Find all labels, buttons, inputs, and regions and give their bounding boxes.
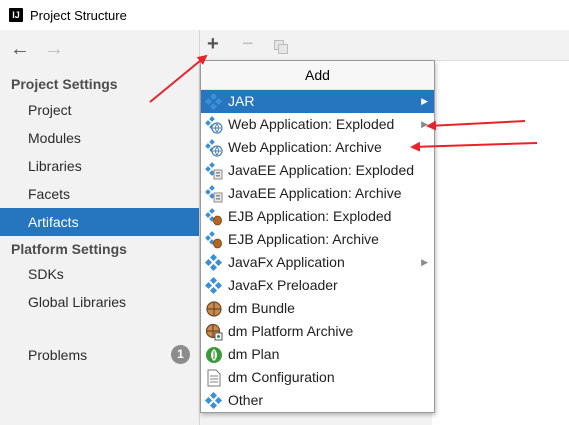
menu-item-dm-platform-archive[interactable]: dm Platform Archive bbox=[201, 320, 434, 343]
dm-bundle-icon bbox=[205, 300, 223, 318]
sidebar-item-modules[interactable]: Modules bbox=[0, 124, 199, 152]
copy-button[interactable] bbox=[274, 38, 288, 54]
remove-button[interactable]: − bbox=[242, 34, 254, 54]
artifacts-toolbar: + − bbox=[200, 30, 569, 61]
forward-arrow-icon[interactable]: → bbox=[44, 38, 64, 61]
menu-item-label: dm Bundle bbox=[228, 300, 295, 316]
menu-item-javafx-preloader[interactable]: JavaFx Preloader bbox=[201, 274, 434, 297]
menu-item-label: Other bbox=[228, 392, 264, 408]
menu-item-label: JavaEE Application: Archive bbox=[228, 185, 402, 201]
sidebar-item-facets[interactable]: Facets bbox=[0, 180, 199, 208]
window-title: Project Structure bbox=[30, 7, 127, 23]
javaee-artifact-icon bbox=[205, 161, 223, 180]
ejb-artifact-icon bbox=[205, 230, 223, 249]
sidebar-item-label: Project bbox=[28, 102, 72, 118]
sidebar-item-label: Artifacts bbox=[28, 214, 79, 230]
artifact-icon bbox=[204, 253, 223, 272]
sidebar-item-label: Modules bbox=[28, 130, 81, 146]
sidebar-item-global-libraries[interactable]: Global Libraries bbox=[0, 288, 199, 316]
sidebar-item-label: Libraries bbox=[28, 158, 82, 174]
menu-item-javaee-application-exploded[interactable]: JavaEE Application: Exploded bbox=[201, 159, 434, 182]
settings-sidebar: ← → Project Settings Project Modules Lib… bbox=[0, 30, 200, 425]
dm-plan-icon bbox=[205, 346, 223, 364]
sidebar-item-label: Problems bbox=[28, 347, 88, 363]
menu-item-label: JavaFx Application bbox=[228, 254, 345, 270]
intellij-logo-icon: IJ bbox=[9, 8, 23, 22]
menu-item-javaee-application-archive[interactable]: JavaEE Application: Archive bbox=[201, 182, 434, 205]
menu-item-dm-plan[interactable]: dm Plan bbox=[201, 343, 434, 366]
title-bar: IJ Project Structure bbox=[0, 0, 569, 30]
menu-item-label: dm Configuration bbox=[228, 369, 335, 385]
artifact-details-area bbox=[432, 61, 569, 425]
web-artifact-icon bbox=[205, 115, 223, 134]
ejb-artifact-icon bbox=[205, 207, 223, 226]
menu-item-label: EJB Application: Archive bbox=[228, 231, 379, 247]
section-header-platform-settings: Platform Settings bbox=[11, 241, 127, 257]
sidebar-item-libraries[interactable]: Libraries bbox=[0, 152, 199, 180]
add-artifact-popup: Add JAR ▶ Web Application: Exploded ▶ Web Ap… bbox=[200, 60, 435, 413]
sidebar-item-label: Facets bbox=[28, 186, 71, 202]
menu-item-label: Web Application: Archive bbox=[228, 139, 382, 155]
menu-item-ejb-application-exploded[interactable]: EJB Application: Exploded bbox=[201, 205, 434, 228]
sidebar-item-artifacts[interactable]: Artifacts bbox=[0, 208, 199, 236]
menu-item-label: Web Application: Exploded bbox=[228, 116, 395, 132]
section-header-project-settings: Project Settings bbox=[11, 76, 118, 92]
menu-item-label: JavaEE Application: Exploded bbox=[228, 162, 415, 178]
menu-item-label: JAR bbox=[228, 93, 255, 109]
menu-item-label: dm Plan bbox=[228, 346, 280, 362]
sidebar-item-problems[interactable]: Problems 1 bbox=[0, 341, 199, 369]
add-button[interactable]: + bbox=[207, 34, 219, 54]
back-arrow-icon[interactable]: ← bbox=[10, 38, 30, 61]
menu-item-web-application-exploded[interactable]: Web Application: Exploded ▶ bbox=[201, 113, 434, 136]
sidebar-item-project[interactable]: Project bbox=[0, 96, 199, 124]
popup-title: Add bbox=[201, 61, 434, 90]
problems-count-badge: 1 bbox=[171, 345, 190, 364]
artifact-icon bbox=[204, 276, 223, 295]
menu-item-javafx-application[interactable]: JavaFx Application ▶ bbox=[201, 251, 434, 274]
menu-item-jar[interactable]: JAR ▶ bbox=[201, 90, 434, 113]
artifact-icon bbox=[204, 391, 223, 410]
submenu-arrow-icon: ▶ bbox=[421, 96, 428, 106]
dm-archive-icon bbox=[205, 323, 223, 341]
history-navigation: ← → bbox=[10, 38, 64, 61]
submenu-arrow-icon: ▶ bbox=[421, 119, 428, 129]
popup-menu-list: JAR ▶ Web Application: Exploded ▶ Web Applic… bbox=[201, 90, 434, 412]
submenu-arrow-icon: ▶ bbox=[421, 257, 428, 267]
menu-item-other[interactable]: Other bbox=[201, 389, 434, 412]
document-icon bbox=[205, 369, 223, 387]
menu-item-dm-configuration[interactable]: dm Configuration bbox=[201, 366, 434, 389]
web-artifact-icon bbox=[205, 138, 223, 157]
javaee-artifact-icon bbox=[205, 184, 223, 203]
artifact-icon bbox=[204, 92, 223, 111]
menu-item-ejb-application-archive[interactable]: EJB Application: Archive bbox=[201, 228, 434, 251]
copy-icon bbox=[274, 40, 288, 54]
sidebar-item-sdks[interactable]: SDKs bbox=[0, 260, 199, 288]
menu-item-web-application-archive[interactable]: Web Application: Archive bbox=[201, 136, 434, 159]
menu-item-label: dm Platform Archive bbox=[228, 323, 354, 339]
menu-item-label: EJB Application: Exploded bbox=[228, 208, 392, 224]
menu-item-dm-bundle[interactable]: dm Bundle bbox=[201, 297, 434, 320]
sidebar-item-label: SDKs bbox=[28, 266, 64, 282]
sidebar-item-label: Global Libraries bbox=[28, 294, 127, 310]
menu-item-label: JavaFx Preloader bbox=[228, 277, 338, 293]
